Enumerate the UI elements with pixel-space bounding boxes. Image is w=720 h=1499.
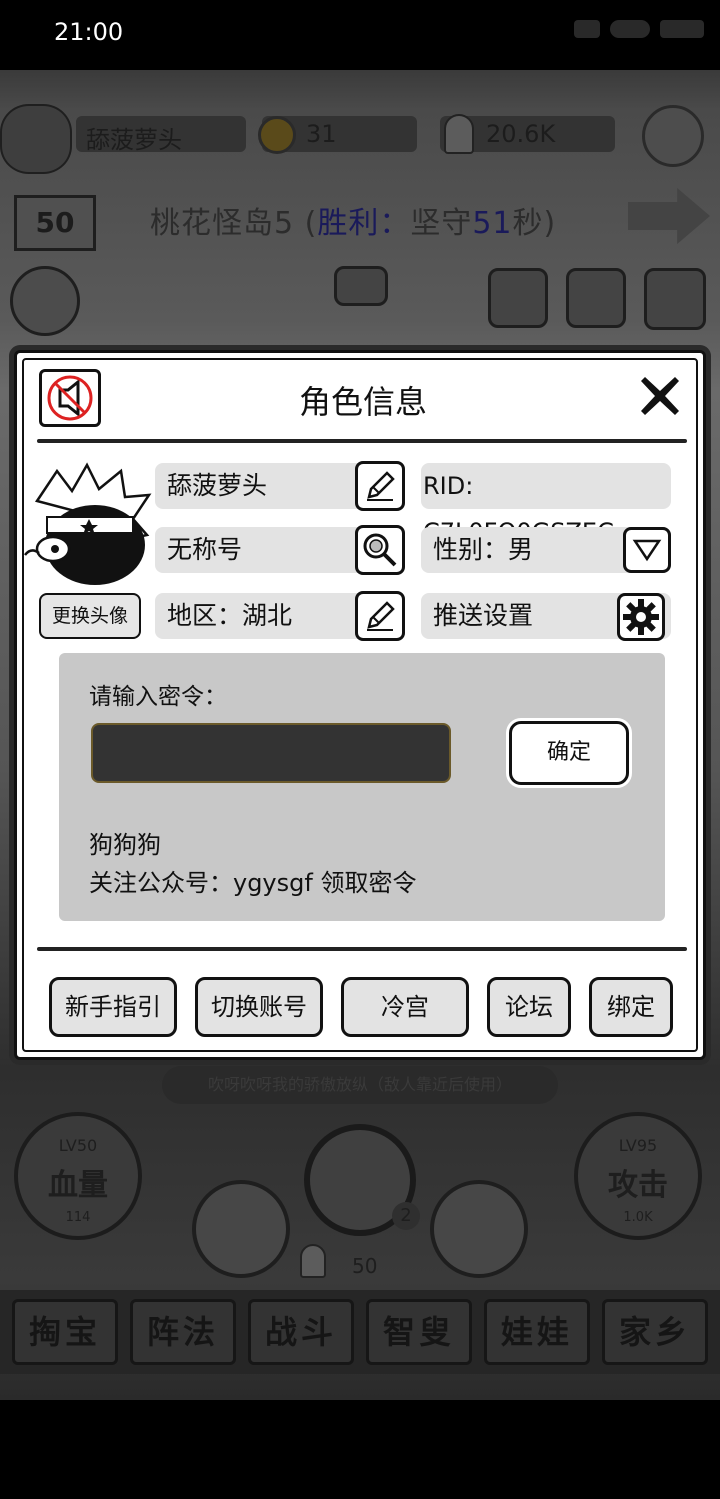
bottom-black-area (0, 1400, 720, 1499)
attack-label: 攻击 (608, 1168, 668, 1203)
push-settings-button[interactable] (617, 593, 665, 641)
pencil-icon (367, 471, 395, 501)
wave-ghost-icon (300, 1244, 326, 1278)
status-bar: 21:00 (0, 0, 720, 70)
nav-tab-sage[interactable]: 智叟 (366, 1299, 472, 1365)
gear-icon (623, 599, 659, 635)
signal-icon (574, 20, 600, 38)
note-line-2: 关注公众号：ygysgf 领取密令 (89, 869, 417, 897)
stage-name: 桃花怪岛5 ( (150, 206, 318, 241)
status-time: 21:00 (54, 18, 124, 46)
change-avatar-button[interactable]: 更换头像 (39, 593, 141, 639)
status-icons (574, 20, 704, 38)
close-button[interactable] (635, 371, 685, 421)
ghost-icon (444, 114, 474, 154)
menu-button[interactable] (192, 1180, 290, 1278)
stage-victory-label: 胜利： (317, 206, 411, 241)
divider-bottom (37, 947, 687, 951)
confirm-button[interactable]: 确定 (509, 721, 629, 785)
hp-label: 血量 (48, 1168, 108, 1203)
level-banner: 50 (14, 195, 96, 251)
magnifier-icon (363, 533, 397, 567)
triangle-down-icon (632, 539, 662, 562)
skill-hint-text: 吹呀吹呀我的骄傲放纵（敌人靠近后使用） (207, 1075, 512, 1094)
hp-value: 114 (65, 1210, 91, 1225)
fan-count: 2 (392, 1202, 420, 1230)
pause-button[interactable] (430, 1180, 528, 1278)
hp-level: LV50 (58, 1136, 98, 1155)
pencil-icon (367, 601, 395, 631)
nav-tab-dolls[interactable]: 娃娃 (484, 1299, 590, 1365)
level-value: 50 (35, 206, 75, 239)
secret-code-panel: 请输入密令： 确定 狗狗狗 关注公众号：ygysgf 领取密令 (59, 653, 665, 921)
edit-region-button[interactable] (355, 591, 405, 641)
hp-gauge[interactable]: LV50 血量 114 (14, 1112, 142, 1240)
gender-dropdown-button[interactable] (623, 527, 671, 573)
stage-seconds: 51 (472, 206, 513, 241)
secret-code-input[interactable] (91, 723, 451, 783)
note-line-1: 狗狗狗 (89, 831, 161, 859)
nav-tab-home[interactable]: 家乡 (602, 1299, 708, 1365)
nav-tab-formation[interactable]: 阵法 (130, 1299, 236, 1365)
close-icon (641, 377, 679, 415)
dialog-title: 角色信息 (298, 383, 427, 421)
character-portrait[interactable] (644, 268, 706, 330)
cold-palace-button[interactable]: 冷宫 (341, 977, 469, 1037)
hud-player-name: 舔菠萝头 (86, 126, 182, 154)
edit-name-button[interactable] (355, 461, 405, 511)
skill-slot-hand[interactable] (488, 268, 548, 328)
wifi-icon (610, 20, 650, 38)
attack-level: LV95 (618, 1136, 658, 1155)
forum-button[interactable]: 论坛 (487, 977, 571, 1037)
house-icon[interactable] (334, 266, 388, 306)
skill-hint-bar: 吹呀吹呀我的骄傲放纵（敌人靠近后使用） (162, 1066, 558, 1104)
search-title-button[interactable] (355, 525, 405, 575)
trophy-icon[interactable] (642, 105, 704, 167)
attack-gauge[interactable]: LV95 攻击 1.0K (574, 1112, 702, 1240)
stage-title: 桃花怪岛5 (胜利：坚守51秒) (150, 198, 556, 242)
battery-icon (660, 20, 704, 38)
player-avatar-small (0, 104, 72, 174)
coin-icon (258, 116, 296, 154)
stage-condition-suffix: 秒) (512, 206, 557, 241)
nav-tab-treasure[interactable]: 掏宝 (12, 1299, 118, 1365)
bind-button[interactable]: 绑定 (589, 977, 673, 1037)
nav-tab-battle[interactable]: 战斗 (248, 1299, 354, 1365)
code-prompt: 请输入密令： (89, 684, 227, 710)
player-avatar (17, 461, 155, 589)
rid-field: RID: C7L0FQ0GSZEC (421, 463, 671, 546)
hud-coins: 31 (306, 120, 337, 148)
wave-count: 50 (352, 1254, 378, 1278)
avatar-ninja-icon (24, 462, 152, 585)
stage-condition-prefix: 坚守 (410, 206, 473, 241)
hud-souls: 20.6K (486, 120, 556, 148)
bottom-nav: 掏宝 阵法 战斗 智叟 娃娃 家乡 (0, 1290, 720, 1374)
character-info-dialog: 角色信息 更换头像 舔菠萝头 RID: C7L0FQ0GSZEC 无称号 (14, 350, 706, 1060)
switch-account-button[interactable]: 切换账号 (195, 977, 323, 1037)
radar-button[interactable] (10, 266, 80, 336)
skill-slot-lightning[interactable] (566, 268, 626, 328)
attack-value: 1.0K (623, 1210, 653, 1225)
tutorial-button[interactable]: 新手指引 (49, 977, 177, 1037)
divider-top (37, 439, 687, 443)
